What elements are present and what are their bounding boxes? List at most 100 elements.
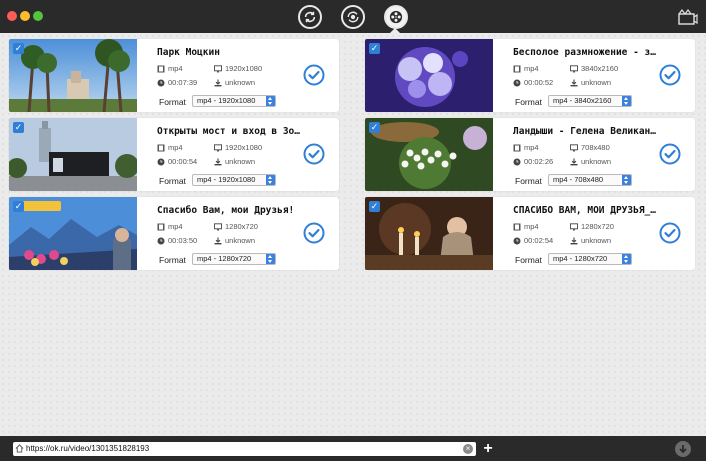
url-input[interactable]: https://ok.ru/video/1301351828193 × [13,442,476,456]
duration-info: 00:02:54 [513,236,553,245]
select-arrows-icon [622,254,631,264]
format-label: Format [159,176,186,186]
format-value: mp4 - 1920x1080 [197,96,256,105]
duration-info: 00:07:39 [157,78,197,87]
video-card[interactable]: ✓ Открыты мост и вход в Зооп... mp4 1920… [9,118,339,191]
ready-check-icon[interactable] [303,143,325,165]
title-bar [0,0,706,34]
clear-icon[interactable]: × [463,444,473,454]
download-size-icon [570,158,578,165]
format-label: Format [159,255,186,265]
clock-icon [513,158,521,165]
duration-info: 00:00:52 [513,78,553,87]
format-value: mp4 - 1920x1080 [197,175,256,184]
select-arrows-icon [266,175,275,185]
format-label: Format [515,176,542,186]
duration-value: 00:02:26 [524,157,554,166]
film-clapper-icon[interactable] [678,9,698,25]
ready-check-icon[interactable] [303,222,325,244]
download-icon [679,445,687,454]
zoom-window-button[interactable] [33,11,43,21]
duration-value: 00:00:54 [168,157,198,166]
container-value: mp4 [524,143,539,152]
resolution-value: 708x480 [581,143,610,152]
container-value: mp4 [168,143,183,152]
video-thumbnail[interactable] [9,197,137,270]
video-card[interactable]: ✓ Спасибо Вам, мои Друзья! mp4 1280x720 … [9,197,339,270]
video-card[interactable]: ✓ Бесполое размножение - за... mp4 3840x… [365,39,695,112]
video-title: Открыты мост и вход в Зооп... [157,126,305,137]
container-info: mp4 [157,143,183,152]
container-info: mp4 [157,64,183,73]
container-info: mp4 [513,64,539,73]
video-thumbnail[interactable] [365,197,493,270]
format-select[interactable]: mp4 - 1280x720 [548,253,632,265]
size-info: unknown [214,78,255,87]
format-value: mp4 - 3840x2160 [553,96,612,105]
select-checkbox[interactable]: ✓ [13,122,24,133]
convert-refresh-icon [304,11,316,23]
size-value: unknown [581,78,612,87]
format-select[interactable]: mp4 - 708x480 [548,174,632,186]
select-checkbox[interactable]: ✓ [13,43,24,54]
video-title: Бесполое размножение - за... [513,47,661,58]
video-thumbnail[interactable] [365,39,493,112]
select-arrows-icon [622,175,631,185]
video-card[interactable]: ✓ Ландыши - Гелена Великанов... mp4 708x… [365,118,695,191]
video-title: Ландыши - Гелена Великанов... [513,126,661,137]
monitor-icon [214,222,222,230]
format-select[interactable]: mp4 - 3840x2160 [548,95,632,107]
format-select[interactable]: mp4 - 1920x1080 [192,174,276,186]
select-checkbox[interactable]: ✓ [369,43,380,54]
clock-icon [157,237,165,244]
resolution-info: 1920x1080 [214,64,262,73]
video-card[interactable]: ✓ Парк Моцкин mp4 1920x1080 00:07:39 unk… [9,39,339,112]
format-label: Format [515,255,542,265]
size-value: unknown [225,78,256,87]
clock-icon [513,237,521,244]
close-window-button[interactable] [7,11,17,21]
minimize-window-button[interactable] [20,11,30,21]
video-thumbnail[interactable] [9,118,137,191]
duration-info: 00:02:26 [513,157,553,166]
select-checkbox[interactable]: ✓ [369,201,380,212]
resolution-value: 1280x720 [581,222,614,231]
convert-cycle-button[interactable] [341,5,365,29]
format-select[interactable]: mp4 - 1280x720 [192,253,276,265]
size-info: unknown [214,157,255,166]
ready-check-icon[interactable] [659,143,681,165]
home-icon [15,444,24,453]
download-button[interactable] [675,441,691,457]
container-value: mp4 [168,222,183,231]
film-icon [513,144,521,151]
duration-value: 00:03:50 [168,236,198,245]
film-reel-button[interactable] [384,5,408,29]
video-card[interactable]: ✓ СПАСИБО ВАМ, МОИ ДРУЗЬЯ_ К... mp4 1280… [365,197,695,270]
resolution-value: 1920x1080 [225,64,263,73]
film-reel-icon [389,10,403,24]
resolution-value: 3840x2160 [581,64,619,73]
duration-info: 00:03:50 [157,236,197,245]
ready-check-icon[interactable] [659,64,681,86]
bottom-bar: https://ok.ru/video/1301351828193 × + [0,436,706,461]
size-value: unknown [225,236,256,245]
video-thumbnail[interactable] [9,39,137,112]
video-thumbnail[interactable] [365,118,493,191]
add-url-button[interactable]: + [481,441,495,457]
download-size-icon [570,79,578,86]
select-arrows-icon [622,96,631,106]
container-info: mp4 [513,222,539,231]
convert-cycle-icon [347,11,359,23]
ready-check-icon[interactable] [303,64,325,86]
ready-check-icon[interactable] [659,222,681,244]
clock-icon [157,158,165,165]
duration-value: 00:07:39 [168,78,198,87]
film-icon [513,65,521,72]
size-value: unknown [581,157,612,166]
video-list-area[interactable]: ✓ Парк Моцкин mp4 1920x1080 00:07:39 unk… [0,33,706,436]
monitor-icon [214,143,222,151]
select-checkbox[interactable]: ✓ [369,122,380,133]
convert-refresh-button[interactable] [298,5,322,29]
format-select[interactable]: mp4 - 1920x1080 [192,95,276,107]
select-checkbox[interactable]: ✓ [13,201,24,212]
